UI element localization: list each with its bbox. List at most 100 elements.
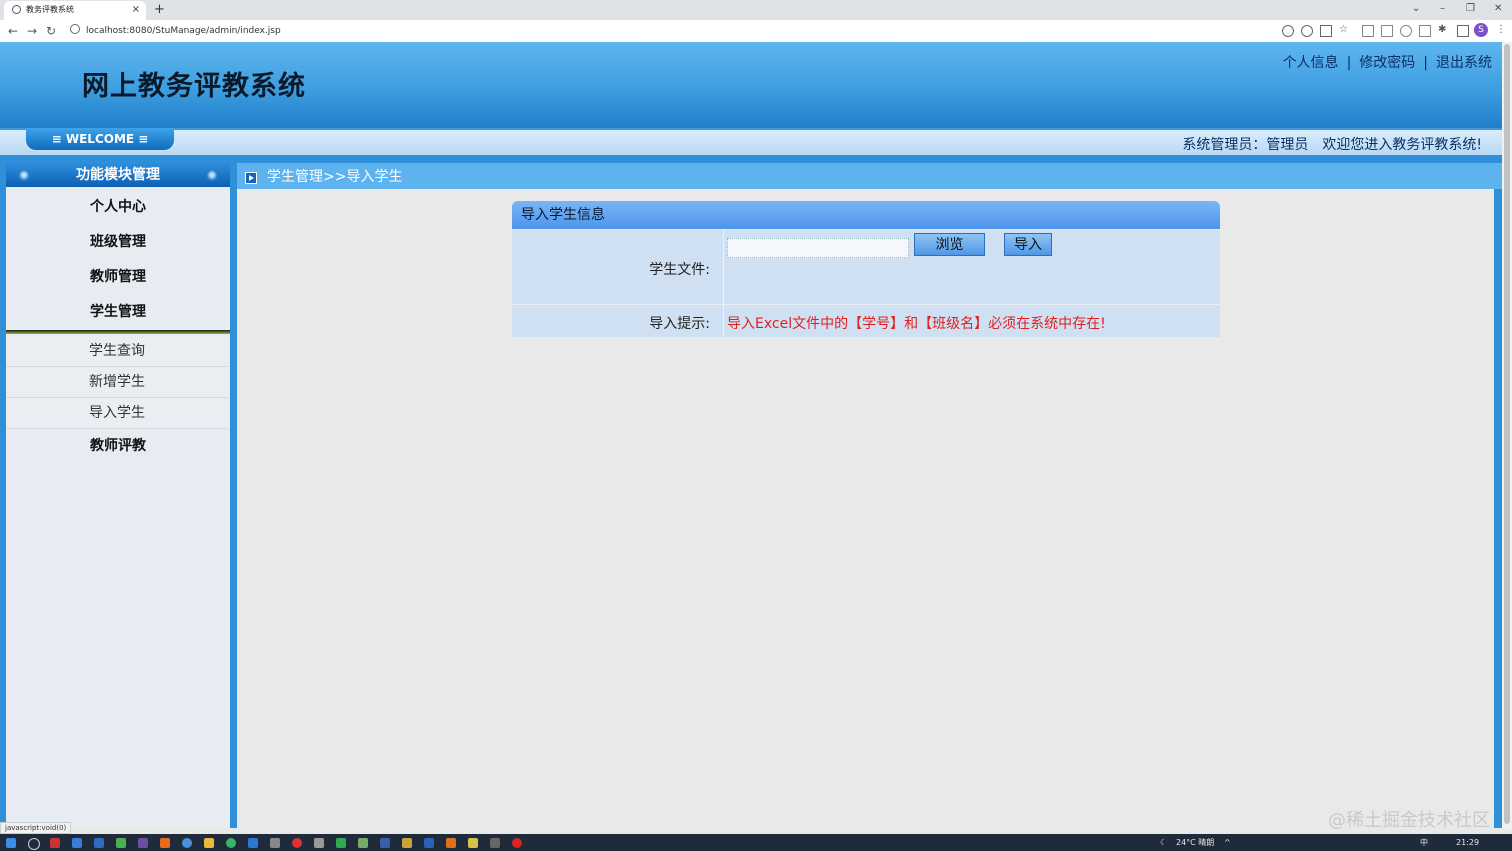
new-tab-button[interactable]: + [154, 2, 165, 18]
moon-icon: ☾ [1160, 838, 1168, 847]
change-password-link[interactable]: 修改密码 [1359, 55, 1415, 71]
cell-divider [723, 230, 724, 304]
profile-avatar[interactable]: S [1474, 23, 1488, 37]
breadcrumb: 学生管理>>导入学生 [237, 163, 1502, 189]
role-value: 管理员 [1266, 137, 1309, 153]
heading-left-orb-icon [18, 169, 30, 181]
app-icon[interactable] [248, 838, 258, 848]
app-icon[interactable] [490, 838, 500, 848]
play-arrow-icon [245, 172, 257, 184]
link-separator: | [1423, 55, 1428, 71]
sidebar-item-teacher-management[interactable]: 教师管理 [6, 260, 230, 295]
app-icon[interactable] [468, 838, 478, 848]
app-icon[interactable] [402, 838, 412, 848]
system-title: 网上教务评教系统 [82, 71, 306, 102]
reload-icon[interactable]: ↻ [46, 23, 56, 39]
forward-icon[interactable]: → [27, 23, 37, 39]
import-button[interactable]: 导入 [1004, 233, 1052, 256]
sidebar-item-teacher-evaluation[interactable]: 教师评教 [6, 429, 230, 464]
browse-button[interactable]: 浏览 [914, 233, 985, 256]
app-icon[interactable] [270, 838, 280, 848]
browser-tab[interactable]: 教务评教系统 × [4, 1, 146, 20]
status-url: javascript:void(0) [0, 822, 72, 834]
welcome-info: 系统管理员：管理员 欢迎您进入教务评教系统! [1182, 134, 1482, 154]
file-label: 学生文件: [649, 262, 710, 278]
app-icon[interactable] [446, 838, 456, 848]
page-scrollbar[interactable] [1502, 42, 1512, 829]
sidebar-subitem-import-student[interactable]: 导入学生 [6, 398, 228, 429]
back-icon[interactable]: ← [8, 23, 18, 39]
folder-icon[interactable] [204, 838, 214, 848]
app-icon[interactable] [94, 838, 104, 848]
scrollbar-thumb[interactable] [1504, 44, 1510, 824]
wallet-icon[interactable] [1400, 25, 1412, 37]
app-icon[interactable] [380, 838, 390, 848]
sidebar-item-personal-center[interactable]: 个人中心 [6, 190, 230, 225]
file-row: 学生文件: 浏览 导入 [512, 230, 1220, 305]
tip-label: 导入提示: [649, 316, 710, 332]
sidebar-heading-text: 功能模块管理 [76, 167, 160, 183]
file-path-input[interactable] [727, 238, 909, 258]
app-icon[interactable] [72, 838, 82, 848]
app-icon[interactable] [160, 838, 170, 848]
url-text: localhost:8080/StuManage/admin/index.jsp [86, 26, 281, 36]
word-icon[interactable] [424, 838, 434, 848]
app-icon[interactable] [336, 838, 346, 848]
welcome-bar: ≡ WELCOME ≡ 系统管理员：管理员 欢迎您进入教务评教系统! [0, 128, 1502, 155]
bookmark-star-icon[interactable]: ☆ [1339, 25, 1349, 35]
sidebar-item-class-management[interactable]: 班级管理 [6, 225, 230, 260]
url-field[interactable]: localhost:8080/StuManage/admin/index.jsp [66, 23, 1266, 39]
weather-text: 24°C 晴朗 [1176, 838, 1215, 847]
key-icon[interactable] [1282, 25, 1294, 37]
zoom-icon[interactable] [1301, 25, 1313, 37]
tab-close-icon[interactable]: × [132, 1, 140, 19]
app-icon[interactable] [292, 838, 302, 848]
main-content: 学生管理>>导入学生 导入学生信息 学生文件: 浏览 导入 导入提示: 导入Ex… [235, 161, 1502, 828]
work-area: 导入学生信息 学生文件: 浏览 导入 导入提示: 导入Excel文件中的【学号】… [237, 189, 1494, 828]
personal-info-link[interactable]: 个人信息 [1283, 55, 1339, 71]
menu-dots-icon[interactable]: ⋮ [1496, 25, 1506, 35]
window-close-icon[interactable]: ✕ [1494, 2, 1502, 16]
menu-divider [6, 330, 230, 334]
clock[interactable]: 21:29 [1456, 836, 1479, 849]
role-label: 系统管理员： [1182, 137, 1267, 153]
extension-icon[interactable] [1362, 25, 1374, 37]
sidebar-panel: 功能模块管理 个人中心 班级管理 教师管理 学生管理 学生查询 新增学生 导入学… [6, 163, 230, 828]
app-icon[interactable] [50, 838, 60, 848]
tab-search-icon[interactable]: ⌄ [1412, 2, 1420, 16]
watermark: @稀土掘金技术社区 [1328, 810, 1490, 831]
top-links: 个人信息 | 修改密码 | 退出系统 [1283, 52, 1492, 72]
os-taskbar: ☾ 24°C 晴朗 ^ 中 21:29 [0, 834, 1512, 851]
restore-icon[interactable]: ❐ [1466, 2, 1475, 16]
wechat-icon[interactable] [116, 838, 126, 848]
breadcrumb-text: 学生管理>>导入学生 [267, 169, 403, 185]
greeting-text: 欢迎您进入教务评教系统! [1322, 137, 1482, 153]
sidepanel-icon[interactable] [1457, 25, 1469, 37]
import-panel: 导入学生信息 学生文件: 浏览 导入 导入提示: 导入Excel文件中的【学号】… [512, 201, 1220, 338]
minimize-icon[interactable]: – [1440, 2, 1445, 16]
app-icon[interactable] [226, 838, 236, 848]
tray-chevron-icon[interactable]: ^ [1224, 836, 1231, 849]
app-icon[interactable] [314, 838, 324, 848]
share-icon[interactable] [1320, 25, 1332, 37]
camera-icon[interactable] [1381, 25, 1393, 37]
sidebar-item-student-management[interactable]: 学生管理 [6, 295, 230, 330]
app-icon[interactable] [138, 838, 148, 848]
browser-tab-strip: 教务评教系统 × + ⌄ – ❐ ✕ [0, 0, 1512, 20]
app-icon[interactable] [358, 838, 368, 848]
record-icon[interactable] [512, 838, 522, 848]
start-icon[interactable] [6, 838, 16, 848]
sidebar: 功能模块管理 个人中心 班级管理 教师管理 学生管理 学生查询 新增学生 导入学… [0, 161, 235, 828]
puzzle-icon[interactable]: ✱ [1438, 25, 1448, 35]
screenshot-icon[interactable] [1419, 25, 1431, 37]
logout-link[interactable]: 退出系统 [1436, 55, 1492, 71]
sidebar-subitem-add-student[interactable]: 新增学生 [6, 367, 228, 398]
search-icon[interactable] [28, 838, 40, 850]
sidebar-heading: 功能模块管理 [6, 163, 230, 187]
site-header: 网上教务评教系统 个人信息 | 修改密码 | 退出系统 [0, 42, 1502, 128]
tip-row: 导入提示: 导入Excel文件中的【学号】和【班级名】必须在系统中存在! [512, 305, 1220, 337]
info-icon [70, 24, 80, 34]
chrome-icon[interactable] [182, 838, 192, 848]
ime-indicator[interactable]: 中 [1420, 836, 1428, 849]
sidebar-subitem-student-query[interactable]: 学生查询 [6, 336, 228, 367]
